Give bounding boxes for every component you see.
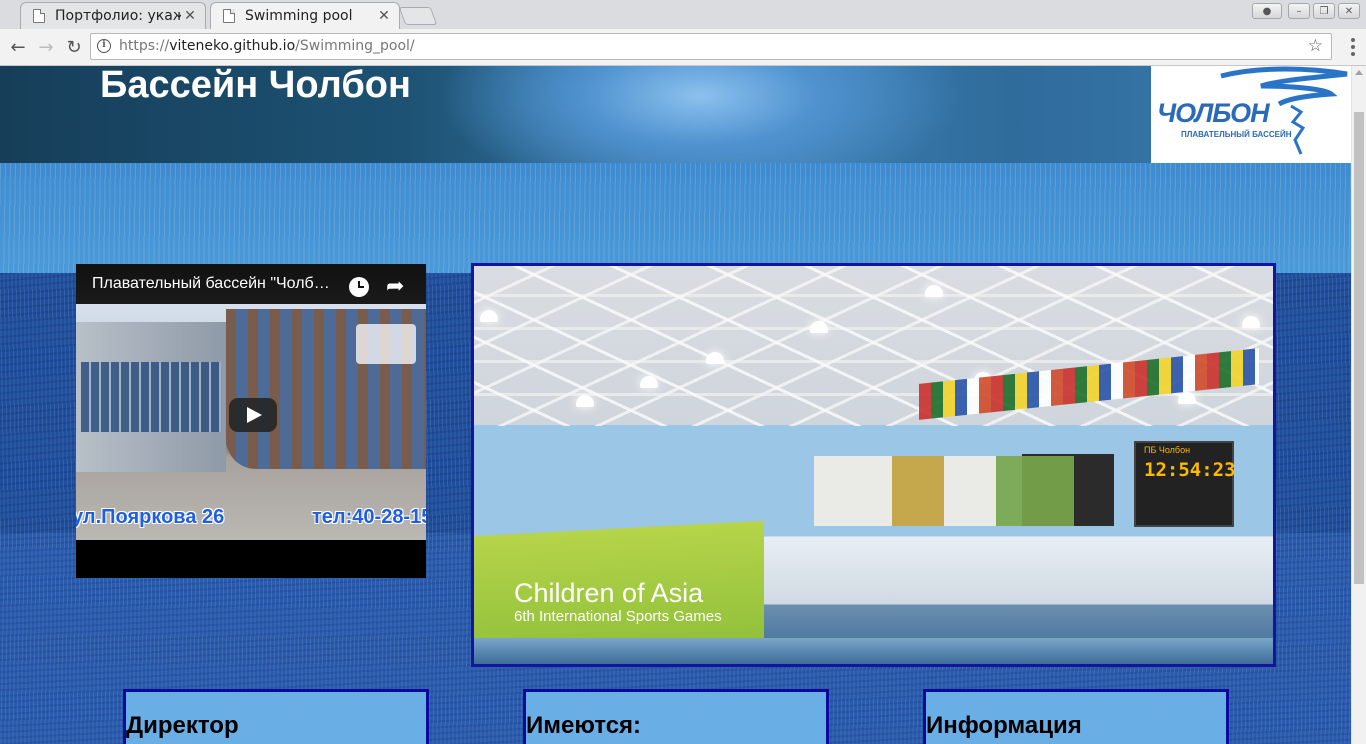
ceiling-lamp [1242, 316, 1260, 328]
profile-button[interactable]: ● [1252, 3, 1282, 19]
card-title: Директор [126, 712, 239, 739]
browser-toolbar: ← → ↻ i https://viteneko.github.io/Swimm… [0, 29, 1366, 66]
page-title: Бассейн Чолбон [100, 66, 411, 106]
pool-water [474, 638, 1273, 664]
menu-dots-icon[interactable] [1350, 38, 1356, 56]
scoreboard-name: ПБ Чолбон [1144, 445, 1191, 455]
maximize-button[interactable]: ❐ [1313, 3, 1335, 19]
tab-portfolio[interactable]: Портфолио: укажи ✕ [20, 2, 206, 29]
page-header: Бассейн Чолбон ЧОЛБОН ПЛАВАТЕЛЬНЫЙ БАССЕ… [0, 66, 1351, 163]
director-card: Директор [123, 689, 429, 744]
close-tab-icon[interactable]: ✕ [181, 8, 199, 24]
back-arrow-icon[interactable]: ← [7, 36, 29, 58]
logo-subtext: ПЛАВАТЕЛЬНЫЙ БАССЕЙН [1181, 130, 1292, 139]
tab-strip: Портфолио: укажи ✕ Swimming pool ✕ ● – ❐… [0, 0, 1366, 29]
page-viewport: Бассейн Чолбон ЧОЛБОН ПЛАВАТЕЛЬНЫЙ БАССЕ… [0, 66, 1351, 744]
tab-title: Swimming pool [245, 8, 353, 24]
ceiling-lamp [810, 321, 828, 333]
banner-subheading: 6th International Sports Games [514, 608, 722, 625]
ceiling-lamp [925, 285, 943, 297]
facilities-card: Имеются: [523, 689, 829, 744]
card-title: Имеются: [526, 712, 642, 739]
close-tab-icon[interactable]: ✕ [375, 8, 393, 24]
scoreboard: ПБ Чолбон 12:54:23 [1134, 441, 1236, 527]
wall-mural [814, 456, 1074, 526]
bookmark-star-icon[interactable]: ☆ [1308, 36, 1323, 56]
reload-icon[interactable]: ↻ [63, 36, 85, 58]
banner-heading: Children of Asia [514, 578, 704, 608]
close-window-button[interactable]: ✕ [1338, 3, 1360, 19]
info-icon[interactable]: i [97, 39, 111, 53]
page-icon [223, 9, 235, 23]
address-bar[interactable]: i https://viteneko.github.io/Swimming_po… [90, 33, 1332, 60]
ceiling-lamp [1178, 392, 1196, 404]
video-thumbnail[interactable]: ул.Пояркова 26 тел:40-28-15 [76, 304, 426, 540]
new-tab-button[interactable] [398, 7, 438, 25]
card-title: Информация [926, 712, 1082, 739]
watch-later-icon[interactable] [349, 277, 369, 297]
video-title[interactable]: Плавательный бассейн "Чолбон" [92, 275, 336, 293]
information-card: Информация [923, 689, 1229, 744]
vertical-scrollbar[interactable] [1351, 66, 1366, 744]
building-image [76, 322, 226, 472]
tab-swimming-pool[interactable]: Swimming pool ✕ [210, 2, 400, 29]
video-title-bar: Плавательный бассейн "Чолбон" ➦ [76, 264, 426, 304]
share-icon[interactable]: ➦ [386, 274, 404, 299]
phone-overlay: тел:40-28-15 [312, 506, 426, 528]
logo-overlay [356, 324, 416, 364]
play-button[interactable] [229, 398, 277, 432]
pool-logo: ЧОЛБОН ПЛАВАТЕЛЬНЫЙ БАССЕЙН [1151, 66, 1351, 163]
ceiling-lamp [706, 352, 724, 364]
pool-photo: ПБ Чолбон 12:54:23 Children of Asia 6th … [471, 263, 1276, 667]
ceiling-lamp [480, 310, 498, 322]
address-overlay: ул.Пояркова 26 [76, 506, 225, 528]
water-band-light [0, 163, 1351, 273]
url-text[interactable]: https://viteneko.github.io/Swimming_pool… [119, 38, 415, 54]
forward-arrow-icon[interactable]: → [35, 36, 57, 58]
ceiling-lamp [640, 376, 658, 388]
ceiling-lamp [576, 395, 594, 407]
logo-text: ЧОЛБОН [1157, 98, 1270, 128]
scoreboard-time: 12:54:23 [1144, 459, 1236, 481]
tab-title: Портфолио: укажи [55, 8, 181, 24]
youtube-embed[interactable]: Плавательный бассейн "Чолбон" ➦ ул.Поярк… [76, 264, 426, 578]
minimize-button[interactable]: – [1288, 3, 1310, 19]
scroll-up-arrow-icon[interactable] [1355, 70, 1363, 75]
page-icon [33, 9, 45, 23]
scrollbar-thumb[interactable] [1354, 112, 1364, 584]
